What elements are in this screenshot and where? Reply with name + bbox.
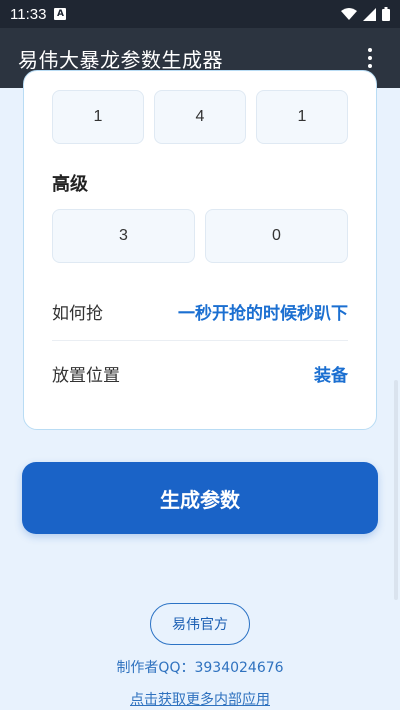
value-box-3[interactable]: 1	[256, 90, 348, 144]
author-info: 制作者QQ：3934024676	[116, 660, 284, 676]
generate-button[interactable]: 生成参数	[22, 462, 378, 534]
wifi-icon	[341, 7, 357, 20]
status-time: 11:33	[10, 5, 47, 23]
value-box-1[interactable]: 1	[52, 90, 144, 144]
value-box-2[interactable]: 4	[154, 90, 246, 144]
advanced-box-2[interactable]: 0	[205, 209, 348, 263]
more-apps-link[interactable]: 点击获取更多内部应用	[0, 689, 400, 709]
battery-icon	[382, 7, 390, 21]
place-position-label: 放置位置	[52, 366, 120, 386]
official-button[interactable]: 易伟官方	[150, 603, 250, 645]
notification-icon: A	[54, 8, 67, 20]
divider	[52, 340, 348, 341]
advanced-box-1[interactable]: 3	[52, 209, 195, 263]
more-options-icon[interactable]	[358, 46, 382, 70]
scrollbar[interactable]	[394, 380, 398, 600]
status-bar: 11:33 A	[0, 0, 400, 28]
app-title: 易伟大暴龙参数生成器	[18, 47, 223, 72]
place-position-value[interactable]: 装备	[314, 361, 348, 386]
status-icons	[341, 7, 390, 21]
how-to-grab-label: 如何抢	[52, 304, 103, 324]
signal-icon	[363, 7, 376, 21]
advanced-label: 高级	[52, 174, 88, 195]
how-to-grab-value[interactable]: 一秒开抢的时候秒趴下	[178, 299, 348, 324]
